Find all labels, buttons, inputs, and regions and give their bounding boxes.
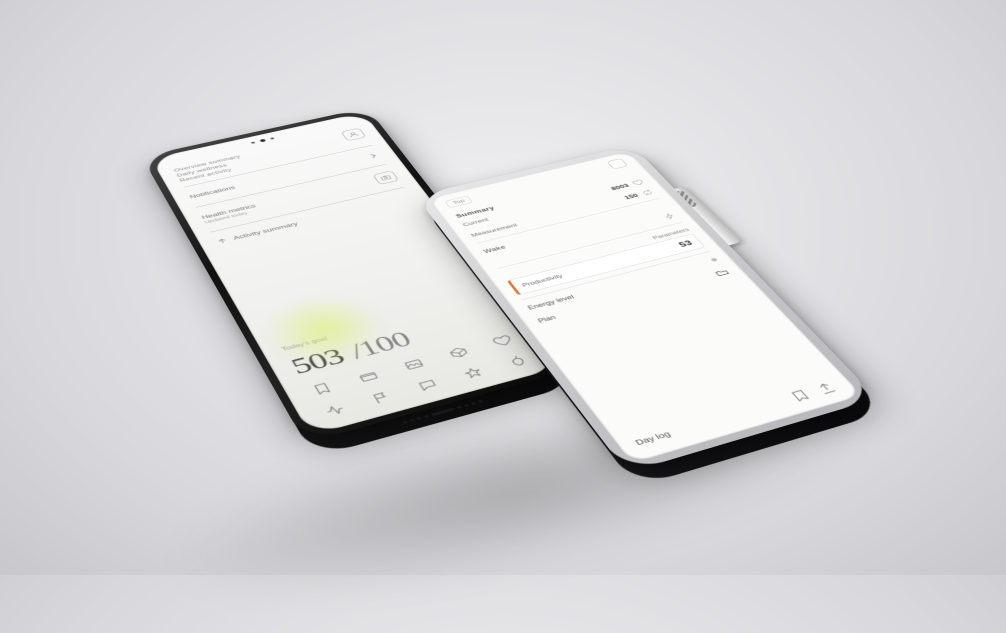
metric-value: 503 [287, 344, 350, 379]
arrow-up-icon [215, 237, 230, 246]
data-row-value: 8003 [610, 183, 631, 192]
bolt-icon [662, 212, 677, 220]
sync-icon [640, 189, 655, 197]
bookmark-icon[interactable] [787, 388, 814, 404]
sensor-dot [270, 137, 275, 139]
box-icon[interactable] [443, 343, 474, 362]
heart-icon[interactable] [487, 332, 518, 350]
list-item-label: Notifications [189, 185, 237, 200]
activity-icon[interactable] [320, 400, 351, 420]
apple-icon[interactable] [502, 352, 533, 371]
bottom-label: Day log [634, 430, 673, 447]
camera-dot [259, 139, 266, 143]
data-row-value: 150 [623, 193, 640, 201]
highlight-value: 53 [677, 239, 695, 249]
metric-display: 503 /100 [266, 296, 525, 385]
sensor-dot [251, 141, 256, 143]
star-icon[interactable] [457, 363, 488, 382]
camera-icon[interactable] [373, 171, 400, 185]
metric-caption: Today's goal [262, 291, 504, 357]
highlight-label: Productivity [520, 273, 564, 288]
list-item-label: Energy level [526, 294, 576, 311]
nav-icon-row-1 [282, 322, 540, 407]
accent-glow [251, 285, 400, 376]
bookmark-icon[interactable] [307, 379, 338, 399]
chevron-right-icon [365, 151, 382, 160]
flag-icon[interactable] [366, 388, 397, 408]
profile-icon[interactable] [340, 128, 366, 142]
folder-icon [713, 268, 732, 278]
dot-icon [710, 258, 718, 262]
list-item-label: Plan [536, 314, 557, 324]
chat-icon[interactable] [412, 375, 443, 395]
share-icon[interactable] [813, 380, 840, 396]
landscape-icon[interactable] [398, 355, 429, 374]
metric-total: /100 [345, 327, 416, 364]
wallet-icon[interactable] [353, 367, 384, 386]
heart-outline-icon [631, 179, 646, 187]
